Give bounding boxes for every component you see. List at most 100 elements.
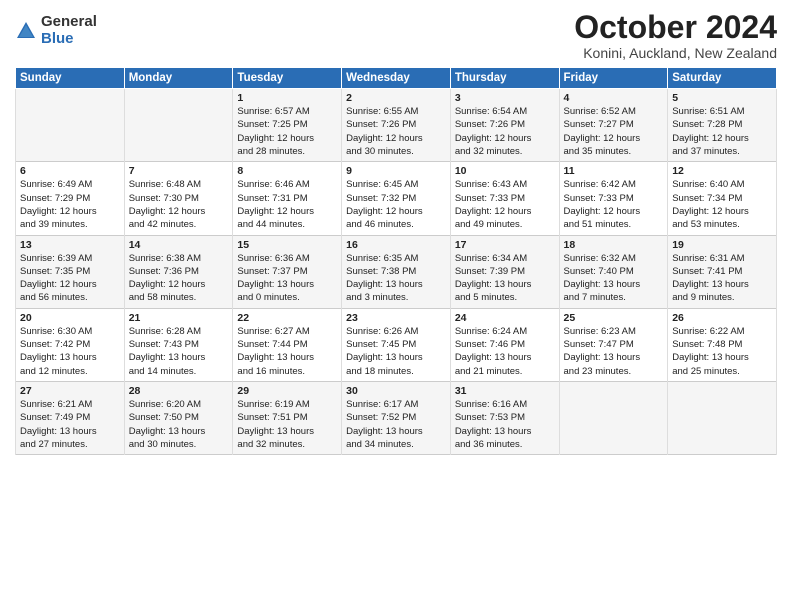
day-info: Sunrise: 6:19 AM Sunset: 7:51 PM Dayligh…: [237, 398, 337, 451]
calendar-cell: 4Sunrise: 6:52 AM Sunset: 7:27 PM Daylig…: [559, 89, 668, 162]
day-number: 17: [455, 239, 555, 251]
calendar-cell: 9Sunrise: 6:45 AM Sunset: 7:32 PM Daylig…: [342, 162, 451, 235]
calendar-cell: 29Sunrise: 6:19 AM Sunset: 7:51 PM Dayli…: [233, 381, 342, 454]
day-number: 22: [237, 312, 337, 324]
col-header-saturday: Saturday: [668, 68, 777, 89]
col-header-friday: Friday: [559, 68, 668, 89]
day-number: 21: [129, 312, 229, 324]
day-info: Sunrise: 6:16 AM Sunset: 7:53 PM Dayligh…: [455, 398, 555, 451]
day-info: Sunrise: 6:21 AM Sunset: 7:49 PM Dayligh…: [20, 398, 120, 451]
calendar-cell: 8Sunrise: 6:46 AM Sunset: 7:31 PM Daylig…: [233, 162, 342, 235]
calendar-cell: [559, 381, 668, 454]
location: Konini, Auckland, New Zealand: [574, 45, 777, 61]
day-number: 13: [20, 239, 120, 251]
week-row-1: 1Sunrise: 6:57 AM Sunset: 7:25 PM Daylig…: [16, 89, 777, 162]
calendar-cell: 28Sunrise: 6:20 AM Sunset: 7:50 PM Dayli…: [124, 381, 233, 454]
calendar-cell: 1Sunrise: 6:57 AM Sunset: 7:25 PM Daylig…: [233, 89, 342, 162]
day-number: 25: [564, 312, 664, 324]
day-number: 16: [346, 239, 446, 251]
day-number: 1: [237, 92, 337, 104]
calendar-cell: 23Sunrise: 6:26 AM Sunset: 7:45 PM Dayli…: [342, 308, 451, 381]
header: General Blue October 2024 Konini, Auckla…: [15, 10, 777, 61]
calendar-cell: 21Sunrise: 6:28 AM Sunset: 7:43 PM Dayli…: [124, 308, 233, 381]
calendar-cell: [16, 89, 125, 162]
day-info: Sunrise: 6:23 AM Sunset: 7:47 PM Dayligh…: [564, 325, 664, 378]
calendar-cell: 26Sunrise: 6:22 AM Sunset: 7:48 PM Dayli…: [668, 308, 777, 381]
calendar-table: SundayMondayTuesdayWednesdayThursdayFrid…: [15, 67, 777, 455]
day-number: 10: [455, 165, 555, 177]
calendar-cell: [668, 381, 777, 454]
day-number: 3: [455, 92, 555, 104]
day-number: 15: [237, 239, 337, 251]
logo: General Blue: [15, 14, 97, 47]
day-number: 23: [346, 312, 446, 324]
day-info: Sunrise: 6:55 AM Sunset: 7:26 PM Dayligh…: [346, 105, 446, 158]
calendar-cell: 27Sunrise: 6:21 AM Sunset: 7:49 PM Dayli…: [16, 381, 125, 454]
day-info: Sunrise: 6:17 AM Sunset: 7:52 PM Dayligh…: [346, 398, 446, 451]
day-number: 28: [129, 385, 229, 397]
day-number: 26: [672, 312, 772, 324]
title-block: October 2024 Konini, Auckland, New Zeala…: [574, 10, 777, 61]
calendar-cell: 22Sunrise: 6:27 AM Sunset: 7:44 PM Dayli…: [233, 308, 342, 381]
week-row-5: 27Sunrise: 6:21 AM Sunset: 7:49 PM Dayli…: [16, 381, 777, 454]
day-number: 20: [20, 312, 120, 324]
day-number: 5: [672, 92, 772, 104]
col-header-thursday: Thursday: [450, 68, 559, 89]
day-info: Sunrise: 6:24 AM Sunset: 7:46 PM Dayligh…: [455, 325, 555, 378]
col-header-tuesday: Tuesday: [233, 68, 342, 89]
page: General Blue October 2024 Konini, Auckla…: [0, 0, 792, 612]
day-info: Sunrise: 6:35 AM Sunset: 7:38 PM Dayligh…: [346, 252, 446, 305]
day-info: Sunrise: 6:31 AM Sunset: 7:41 PM Dayligh…: [672, 252, 772, 305]
calendar-cell: 5Sunrise: 6:51 AM Sunset: 7:28 PM Daylig…: [668, 89, 777, 162]
calendar-cell: 15Sunrise: 6:36 AM Sunset: 7:37 PM Dayli…: [233, 235, 342, 308]
day-info: Sunrise: 6:57 AM Sunset: 7:25 PM Dayligh…: [237, 105, 337, 158]
calendar-cell: 13Sunrise: 6:39 AM Sunset: 7:35 PM Dayli…: [16, 235, 125, 308]
logo-blue: Blue: [41, 31, 97, 48]
day-info: Sunrise: 6:28 AM Sunset: 7:43 PM Dayligh…: [129, 325, 229, 378]
day-number: 9: [346, 165, 446, 177]
calendar-cell: 3Sunrise: 6:54 AM Sunset: 7:26 PM Daylig…: [450, 89, 559, 162]
calendar-cell: 24Sunrise: 6:24 AM Sunset: 7:46 PM Dayli…: [450, 308, 559, 381]
col-header-sunday: Sunday: [16, 68, 125, 89]
day-info: Sunrise: 6:27 AM Sunset: 7:44 PM Dayligh…: [237, 325, 337, 378]
day-info: Sunrise: 6:22 AM Sunset: 7:48 PM Dayligh…: [672, 325, 772, 378]
day-number: 2: [346, 92, 446, 104]
day-info: Sunrise: 6:32 AM Sunset: 7:40 PM Dayligh…: [564, 252, 664, 305]
day-info: Sunrise: 6:40 AM Sunset: 7:34 PM Dayligh…: [672, 178, 772, 231]
calendar-cell: 10Sunrise: 6:43 AM Sunset: 7:33 PM Dayli…: [450, 162, 559, 235]
day-info: Sunrise: 6:48 AM Sunset: 7:30 PM Dayligh…: [129, 178, 229, 231]
day-info: Sunrise: 6:43 AM Sunset: 7:33 PM Dayligh…: [455, 178, 555, 231]
col-header-wednesday: Wednesday: [342, 68, 451, 89]
day-number: 19: [672, 239, 772, 251]
day-number: 31: [455, 385, 555, 397]
day-info: Sunrise: 6:39 AM Sunset: 7:35 PM Dayligh…: [20, 252, 120, 305]
day-number: 12: [672, 165, 772, 177]
calendar-cell: 16Sunrise: 6:35 AM Sunset: 7:38 PM Dayli…: [342, 235, 451, 308]
calendar-cell: 19Sunrise: 6:31 AM Sunset: 7:41 PM Dayli…: [668, 235, 777, 308]
calendar-cell: 14Sunrise: 6:38 AM Sunset: 7:36 PM Dayli…: [124, 235, 233, 308]
week-row-2: 6Sunrise: 6:49 AM Sunset: 7:29 PM Daylig…: [16, 162, 777, 235]
day-info: Sunrise: 6:26 AM Sunset: 7:45 PM Dayligh…: [346, 325, 446, 378]
header-row: SundayMondayTuesdayWednesdayThursdayFrid…: [16, 68, 777, 89]
day-number: 4: [564, 92, 664, 104]
calendar-cell: 18Sunrise: 6:32 AM Sunset: 7:40 PM Dayli…: [559, 235, 668, 308]
col-header-monday: Monday: [124, 68, 233, 89]
day-info: Sunrise: 6:42 AM Sunset: 7:33 PM Dayligh…: [564, 178, 664, 231]
day-info: Sunrise: 6:45 AM Sunset: 7:32 PM Dayligh…: [346, 178, 446, 231]
day-number: 30: [346, 385, 446, 397]
calendar-cell: 12Sunrise: 6:40 AM Sunset: 7:34 PM Dayli…: [668, 162, 777, 235]
day-info: Sunrise: 6:38 AM Sunset: 7:36 PM Dayligh…: [129, 252, 229, 305]
day-number: 24: [455, 312, 555, 324]
month-title: October 2024: [574, 10, 777, 45]
day-info: Sunrise: 6:52 AM Sunset: 7:27 PM Dayligh…: [564, 105, 664, 158]
logo-icon: [15, 20, 37, 42]
calendar-cell: 30Sunrise: 6:17 AM Sunset: 7:52 PM Dayli…: [342, 381, 451, 454]
day-info: Sunrise: 6:46 AM Sunset: 7:31 PM Dayligh…: [237, 178, 337, 231]
logo-text: General Blue: [41, 14, 97, 47]
calendar-cell: 20Sunrise: 6:30 AM Sunset: 7:42 PM Dayli…: [16, 308, 125, 381]
week-row-3: 13Sunrise: 6:39 AM Sunset: 7:35 PM Dayli…: [16, 235, 777, 308]
day-info: Sunrise: 6:30 AM Sunset: 7:42 PM Dayligh…: [20, 325, 120, 378]
day-info: Sunrise: 6:20 AM Sunset: 7:50 PM Dayligh…: [129, 398, 229, 451]
day-number: 14: [129, 239, 229, 251]
calendar-cell: 2Sunrise: 6:55 AM Sunset: 7:26 PM Daylig…: [342, 89, 451, 162]
